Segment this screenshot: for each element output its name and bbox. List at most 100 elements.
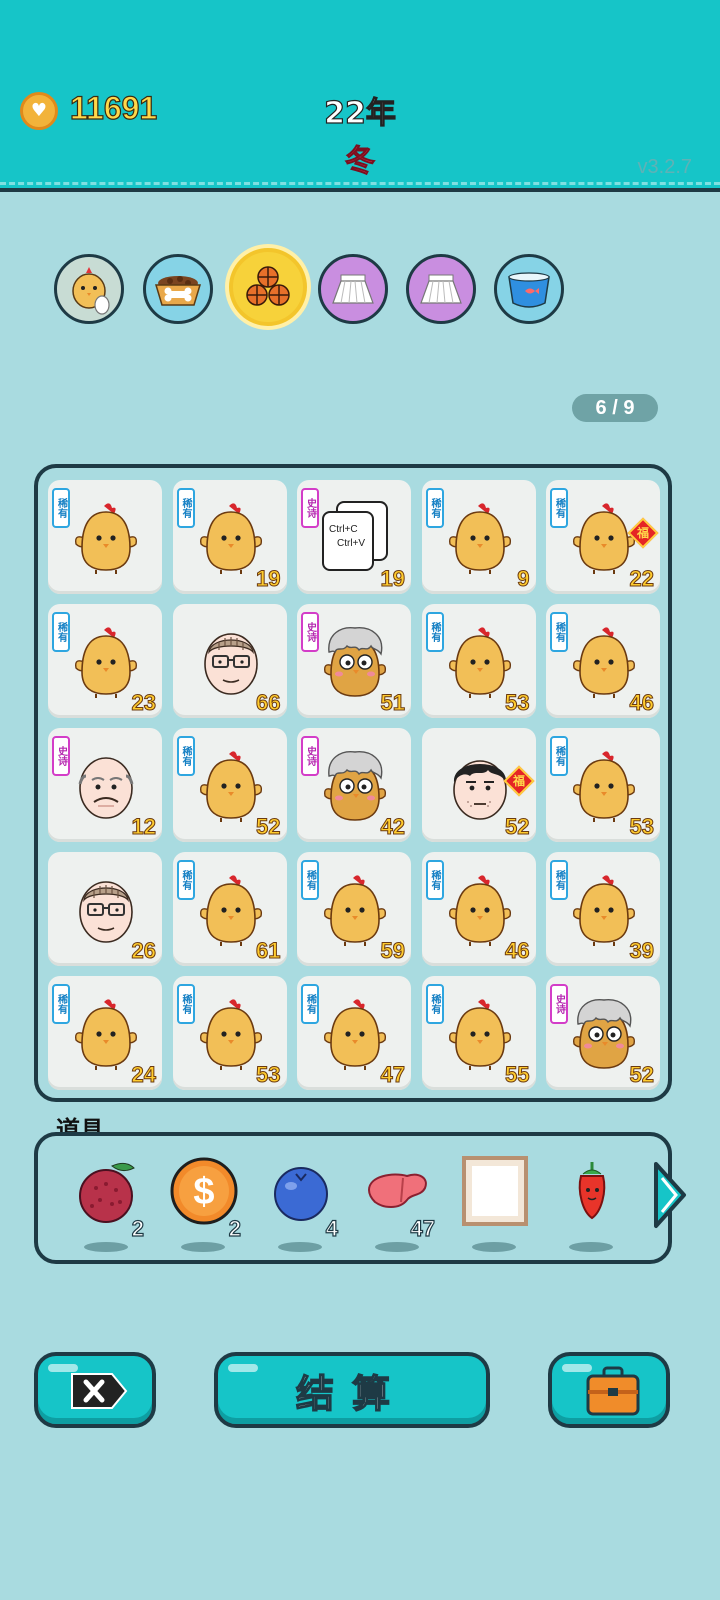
- cell-number: 53: [505, 690, 531, 716]
- board-cell[interactable]: 史诗 42: [297, 728, 411, 842]
- prop-item[interactable]: [456, 1156, 536, 1256]
- cell-number: 22: [629, 566, 655, 592]
- ctrl-c-label: Ctrl+C: [329, 524, 358, 535]
- chick-icon: [70, 622, 142, 700]
- top-bar: ♥ 11691 22年 冬 v3.2.7: [0, 0, 720, 192]
- slot-fish-bowl[interactable]: [494, 254, 564, 324]
- board-cell[interactable]: 稀有 52: [172, 728, 287, 842]
- button-gloss: [228, 1364, 258, 1372]
- rarity-tag: 稀有: [176, 488, 195, 528]
- board-cell[interactable]: 史诗 Ctrl+C Ctrl+V 19: [297, 480, 411, 594]
- cell-number: 19: [256, 566, 282, 592]
- slot-dog-food[interactable]: [143, 254, 213, 324]
- bald-old-man-icon: [70, 746, 142, 824]
- slot-skirt-1[interactable]: [318, 254, 388, 324]
- board-cell[interactable]: 稀有 39: [546, 852, 660, 966]
- dog-food-bowl-icon: [154, 276, 202, 306]
- bag-button[interactable]: [548, 1352, 670, 1428]
- board-cell[interactable]: 稀有福 22: [546, 480, 660, 594]
- cell-number: 55: [505, 1062, 531, 1088]
- board-cell[interactable]: 稀有 47: [297, 976, 411, 1090]
- prop-shadow: [375, 1242, 419, 1252]
- cell-number: 9: [517, 566, 530, 592]
- version-label: v3.2.7: [637, 156, 692, 178]
- chick-icon: [319, 994, 391, 1072]
- cell-number: 12: [131, 814, 157, 840]
- cell-number: 53: [256, 1062, 282, 1088]
- board-cell[interactable]: 稀有: [48, 480, 162, 594]
- top-bar-divider: [0, 182, 720, 185]
- board-cell[interactable]: 史诗 52: [546, 976, 660, 1090]
- prop-shadow: [569, 1242, 613, 1252]
- slot-basketballs[interactable]: [229, 248, 307, 326]
- board-cell[interactable]: 稀有 19: [172, 480, 287, 594]
- chick-icon: [70, 994, 142, 1072]
- board-cell[interactable]: 26: [48, 852, 162, 966]
- board-cell[interactable]: 稀有 53: [172, 976, 287, 1090]
- old-man-glasses-icon: [195, 622, 267, 700]
- cell-number: 66: [256, 690, 282, 716]
- cell-number: 23: [131, 690, 157, 716]
- rarity-tag: 稀有: [176, 984, 195, 1024]
- rarity-tag: 稀有: [550, 488, 568, 528]
- rarity-tag: 稀有: [425, 488, 444, 528]
- board-cell[interactable]: 稀有 53: [421, 604, 536, 718]
- board-cell[interactable]: 稀有 23: [48, 604, 162, 718]
- cell-number: 47: [380, 1062, 406, 1088]
- settle-button[interactable]: 结算: [214, 1352, 490, 1428]
- picture-frame-icon: [460, 1156, 530, 1230]
- board-cell[interactable]: 稀有 9: [421, 480, 536, 594]
- close-button[interactable]: [34, 1352, 156, 1428]
- prop-count: 2: [228, 1215, 241, 1241]
- settle-button-label: 结算: [295, 1371, 408, 1417]
- board-cell[interactable]: 稀有 61: [172, 852, 287, 966]
- prop-item[interactable]: 47: [359, 1156, 439, 1256]
- fish-bowl-icon: [508, 272, 550, 308]
- ctrl-v-label: Ctrl+V: [337, 538, 365, 549]
- year-label: 22年: [324, 95, 397, 131]
- board-cell[interactable]: 稀有 59: [297, 852, 411, 966]
- board-cell[interactable]: 稀有 46: [421, 852, 536, 966]
- chick-icon: [319, 870, 391, 948]
- cell-number: 51: [380, 690, 406, 716]
- board-cell[interactable]: 史诗 12: [48, 728, 162, 842]
- slot-skirt-2[interactable]: [406, 254, 476, 324]
- prop-item[interactable]: [553, 1156, 633, 1256]
- board-cell[interactable]: 稀有 46: [546, 604, 660, 718]
- rarity-tag: 史诗: [550, 984, 568, 1024]
- prop-shadow: [181, 1242, 225, 1252]
- rarity-tag: 史诗: [301, 736, 319, 776]
- prop-item[interactable]: $2: [165, 1156, 245, 1256]
- rarity-tag: 稀有: [550, 736, 568, 776]
- board-cell[interactable]: 稀有 24: [48, 976, 162, 1090]
- grey-hair-chick-icon: [568, 994, 640, 1072]
- chick-icon: [568, 746, 640, 824]
- rarity-tag: 稀有: [550, 860, 568, 900]
- chick-icon: [444, 994, 516, 1072]
- slot-chick-egg[interactable]: [54, 254, 124, 324]
- next-arrow-icon[interactable]: [648, 1160, 688, 1230]
- rarity-tag: 稀有: [52, 488, 70, 528]
- board-cell[interactable]: 史诗 51: [297, 604, 411, 718]
- board-cell[interactable]: 福 52: [421, 728, 536, 842]
- chick-egg-icon: [72, 267, 110, 315]
- rarity-tag: 稀有: [176, 736, 195, 776]
- board-cell[interactable]: 稀有 53: [546, 728, 660, 842]
- board-cell[interactable]: 稀有 55: [421, 976, 536, 1090]
- cell-number: 39: [629, 938, 655, 964]
- chick-icon: [568, 870, 640, 948]
- cell-number: 61: [256, 938, 282, 964]
- prop-item[interactable]: 4: [262, 1156, 342, 1256]
- cell-number: 59: [380, 938, 406, 964]
- chili-pepper-icon: [557, 1156, 627, 1230]
- cell-number: 42: [380, 814, 406, 840]
- cell-number: 52: [505, 814, 531, 840]
- coin-count: 11691: [69, 89, 158, 126]
- rarity-tag: 稀有: [550, 612, 568, 652]
- skirt-icon: [332, 274, 374, 304]
- chick-icon: [195, 746, 267, 824]
- chick-icon: [444, 870, 516, 948]
- prop-item[interactable]: 2: [68, 1156, 148, 1256]
- rarity-tag: 史诗: [301, 488, 319, 528]
- board-cell[interactable]: 66: [172, 604, 287, 718]
